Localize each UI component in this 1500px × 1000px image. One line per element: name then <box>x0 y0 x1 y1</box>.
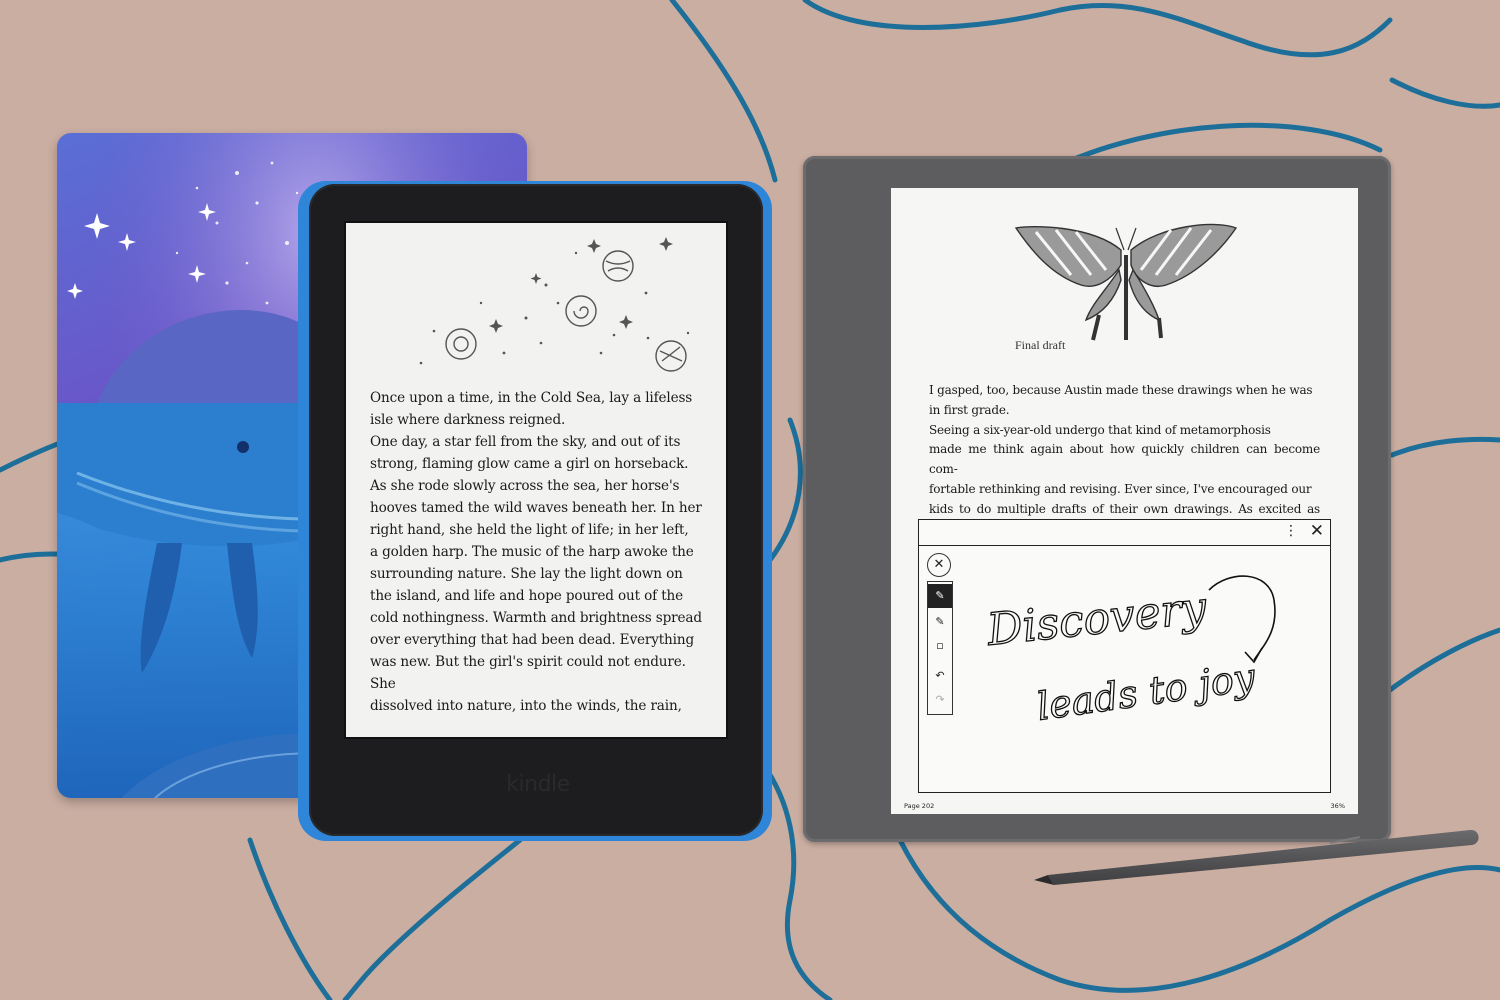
undo-icon[interactable]: ↶ <box>928 664 952 688</box>
scribe-screen: Final draft I gasped, too, because Austi… <box>891 188 1358 814</box>
pen-toolbar: ✎ ✎ ▫ ↶ ↷ <box>927 581 953 715</box>
highlighter-icon[interactable]: ✎ <box>928 610 952 634</box>
note-title-bar: ⋮ ✕ <box>919 520 1330 546</box>
premium-pen <box>1034 829 1479 885</box>
kindle-logo: kindle <box>506 772 570 797</box>
story-text: Once upon a time, in the Cold Sea, lay a… <box>370 390 702 714</box>
handwriting-line-1: Discovery <box>984 582 1210 656</box>
handwriting-line-2: leads to joy <box>1034 655 1258 729</box>
more-options-icon[interactable]: ⋮ <box>1284 523 1298 539</box>
redo-icon[interactable]: ↷ <box>928 688 952 712</box>
kindle-screen: Once upon a time, in the Cold Sea, lay a… <box>344 221 728 739</box>
page-number: Page 202 <box>904 802 935 810</box>
close-note-icon[interactable]: ✕ <box>1310 521 1324 541</box>
planets-illustration <box>419 237 690 372</box>
close-toolbar-button[interactable]: ✕ <box>927 553 951 577</box>
handwritten-note: Discovery leads to joy <box>983 575 1276 730</box>
butterfly-drawing <box>1014 223 1238 341</box>
figure-caption: Final draft <box>1015 338 1066 352</box>
eraser-icon[interactable]: ▫ <box>928 634 952 658</box>
pen-icon[interactable]: ✎ <box>928 584 952 608</box>
reading-progress: 36% <box>1330 802 1345 810</box>
sticky-note-window[interactable]: ⋮ ✕ ✕ ✎ ✎ ▫ ↶ ↷ Discovery leads to joy <box>918 519 1331 793</box>
